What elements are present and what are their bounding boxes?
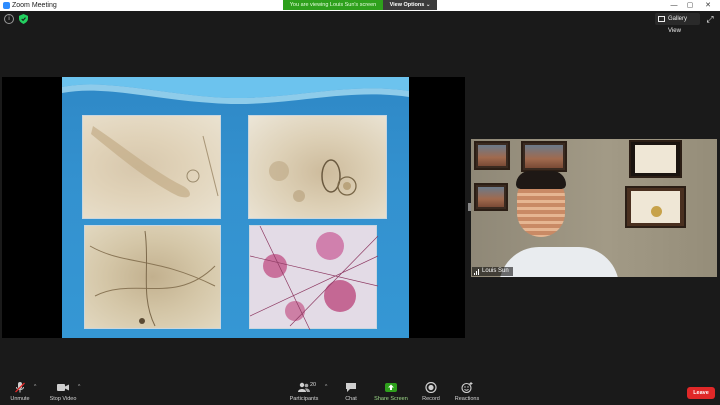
reactions-label: Reactions <box>454 396 480 402</box>
microscopy-image-1 <box>82 115 221 219</box>
participants-options-caret[interactable]: ^ <box>325 384 327 390</box>
wall-diploma-frame <box>629 140 682 178</box>
gallery-view-label: Gallery View <box>668 16 688 34</box>
encryption-shield-icon[interactable] <box>19 14 28 24</box>
wall-picture-frame <box>474 183 508 211</box>
video-options-caret[interactable]: ^ <box>78 384 80 390</box>
fullscreen-icon[interactable]: ⤢ <box>705 14 715 24</box>
participant-name: Louis Sun <box>482 268 509 274</box>
participants-label: Participants <box>289 396 319 402</box>
gallery-view-button[interactable]: Gallery View <box>655 13 700 34</box>
maximize-button[interactable]: ▢ <box>682 0 698 11</box>
unmute-button[interactable]: Unmute <box>5 378 35 405</box>
record-button[interactable]: Record <box>418 378 444 405</box>
participants-button[interactable]: 20 Participants <box>286 378 322 405</box>
presentation-slide: N <box>62 77 409 338</box>
minimize-button[interactable]: — <box>666 0 682 11</box>
share-screen-icon <box>385 383 397 392</box>
participants-icon <box>298 382 310 392</box>
participants-count: 20 <box>310 382 317 388</box>
participant-name-tag: Louis Sun <box>472 267 513 276</box>
audio-options-caret[interactable]: ^ <box>34 384 36 390</box>
participant-video-tile[interactable]: Louis Sun <box>471 139 717 277</box>
stop-video-button[interactable]: Stop Video <box>46 378 80 405</box>
participant-hair <box>516 171 566 189</box>
wall-diploma-frame <box>625 186 686 228</box>
zoom-app-icon <box>3 2 10 9</box>
chat-button[interactable]: Chat <box>339 378 363 405</box>
signal-strength-icon <box>474 268 480 275</box>
microscopy-image-4 <box>249 225 379 331</box>
meeting-info-icon[interactable]: i <box>4 14 14 24</box>
microscopy-image-3 <box>84 225 221 329</box>
viewing-status-text: You are viewing Louis Sun's screen <box>283 0 383 10</box>
grid-icon <box>658 16 665 22</box>
reactions-button[interactable]: Reactions <box>452 378 482 405</box>
chat-label: Chat <box>345 396 357 402</box>
slide-header-wave <box>62 77 409 105</box>
chat-bubble-icon <box>346 383 356 392</box>
record-label: Record <box>422 396 440 402</box>
leave-meeting-button[interactable]: Leave <box>687 387 715 399</box>
wall-picture-frame <box>474 141 510 170</box>
unmute-label: Unmute <box>10 396 30 402</box>
microscopy-image-2 <box>248 115 387 219</box>
record-icon <box>425 382 437 393</box>
screen-share-banner: You are viewing Louis Sun's screen View … <box>283 0 437 10</box>
view-options-button[interactable]: View Options ⌄ <box>383 0 437 10</box>
close-button[interactable]: ✕ <box>700 0 716 11</box>
meeting-toolbar: Unmute ^ Stop Video ^ 20 Participants ^ … <box>0 378 720 405</box>
share-screen-button[interactable]: Share Screen <box>372 378 410 405</box>
smiley-plus-icon <box>461 382 473 393</box>
stop-video-label: Stop Video <box>49 396 77 402</box>
share-screen-label: Share Screen <box>374 396 408 402</box>
microphone-muted-icon <box>15 382 25 393</box>
video-camera-icon <box>57 384 69 391</box>
shared-screen: N <box>2 77 465 338</box>
window-title: Zoom Meeting <box>12 2 57 9</box>
wall-picture-frame <box>521 141 567 172</box>
